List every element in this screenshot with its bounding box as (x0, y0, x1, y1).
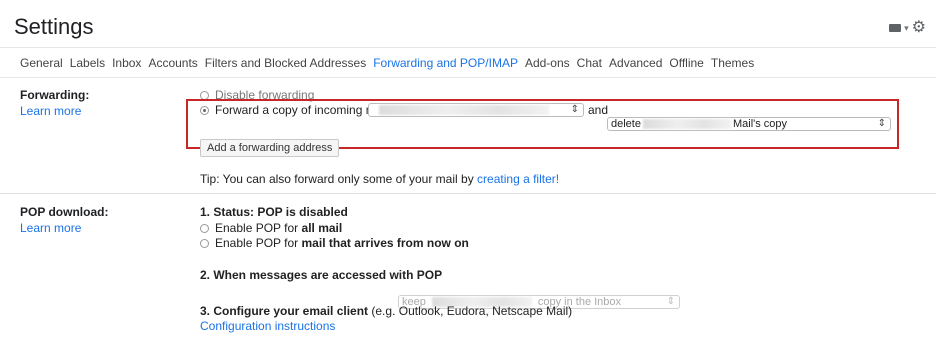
forwarding-tip: Tip: You can also forward only some of y… (200, 172, 559, 186)
tab-filters[interactable]: Filters and Blocked Addresses (205, 56, 366, 70)
tab-offline[interactable]: Offline (669, 56, 703, 70)
configure-client-row: 3. Configure your email client (e.g. Out… (200, 304, 572, 318)
dropdown-caret-icon[interactable]: ▾ (904, 23, 909, 34)
gear-icon[interactable]: ⚙ (912, 20, 926, 36)
create-filter-link[interactable]: creating a filter! (477, 172, 559, 186)
enable-pop-all-radio[interactable] (200, 223, 209, 233)
forwarding-label: Forwarding: (20, 88, 90, 102)
tab-accounts[interactable]: Accounts (148, 56, 197, 70)
pop-accessed-heading: 2. When messages are accessed with POP (200, 268, 443, 282)
pop-download-label: POP download: (20, 205, 109, 219)
enable-pop-new-option[interactable]: Enable POP for mail that arrives from no… (200, 236, 469, 250)
enable-pop-all-bold: all mail (301, 221, 343, 235)
settings-tabs: General Labels Inbox Accounts Filters an… (20, 56, 761, 70)
divider (0, 77, 936, 78)
configure-note: (e.g. Outlook, Eudora, Netscape Mail) (371, 304, 573, 318)
forwarding-learn-more-link[interactable]: Learn more (20, 104, 81, 118)
tab-add-ons[interactable]: Add-ons (525, 56, 570, 70)
enable-pop-all-prefix: Enable POP for (215, 221, 299, 235)
tab-chat[interactable]: Chat (577, 56, 602, 70)
page-title: Settings (14, 14, 94, 39)
keyboard-icon[interactable] (889, 24, 902, 32)
configuration-instructions-link[interactable]: Configuration instructions (200, 319, 335, 333)
pop-status-heading: 1. Status: POP is disabled (200, 205, 348, 219)
enable-pop-new-radio[interactable] (200, 238, 209, 248)
select-arrows-icon: ⇕ (666, 296, 675, 307)
divider (0, 47, 936, 48)
tab-general[interactable]: General (20, 56, 63, 70)
tab-labels[interactable]: Labels (70, 56, 105, 70)
top-right-controls: ▾ ⚙ (889, 20, 926, 36)
tab-advanced[interactable]: Advanced (609, 56, 662, 70)
tab-inbox[interactable]: Inbox (112, 56, 141, 70)
enable-pop-new-prefix: Enable POP for (215, 236, 299, 250)
tab-themes[interactable]: Themes (711, 56, 754, 70)
add-forwarding-address-button[interactable]: Add a forwarding address (200, 139, 340, 157)
divider (0, 193, 936, 194)
configure-heading: 3. Configure your email client (200, 304, 369, 318)
tip-text: Tip: You can also forward only some of y… (200, 172, 474, 186)
enable-pop-all-option[interactable]: Enable POP for all mail (200, 221, 342, 235)
enable-pop-new-bold: mail that arrives from now on (301, 236, 469, 250)
tab-forwarding-pop-imap[interactable]: Forwarding and POP/IMAP (373, 56, 518, 70)
pop-learn-more-link[interactable]: Learn more (20, 221, 81, 235)
